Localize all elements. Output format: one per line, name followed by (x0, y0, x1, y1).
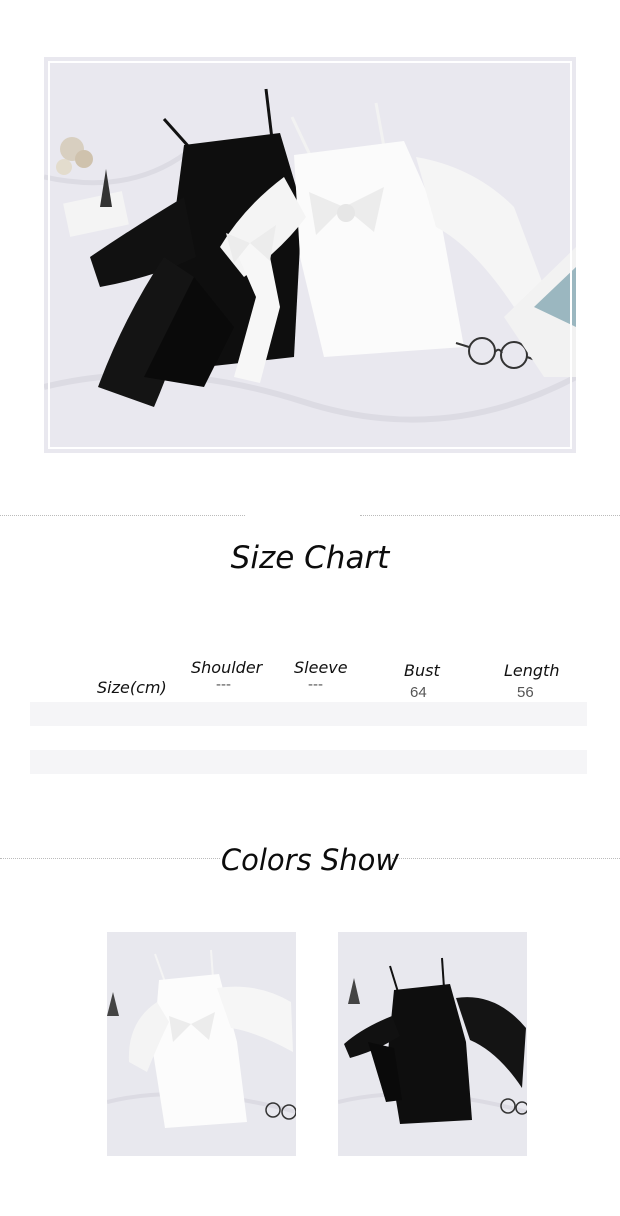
cell-length: 56 (517, 684, 534, 701)
table-stripe (30, 702, 587, 726)
color-swatch-black[interactable] (338, 932, 527, 1156)
divider-left (0, 515, 245, 516)
column-header-sleeve: Sleeve (294, 658, 348, 677)
cell-sleeve: --- (308, 676, 323, 693)
black-top-thumbnail (338, 957, 527, 1124)
white-top-thumbnail (107, 949, 296, 1128)
column-header-length: Length (504, 661, 560, 680)
hero-product-photo (44, 57, 576, 453)
divider-right (360, 515, 620, 516)
size-chart-title: Size Chart (230, 540, 390, 576)
color-swatch-white[interactable] (107, 932, 296, 1156)
cell-bust: 64 (410, 684, 427, 701)
hero-illustration (44, 88, 576, 423)
colors-show-title: Colors Show (220, 843, 400, 877)
table-stripe (30, 750, 587, 774)
column-header-shoulder: Shoulder (191, 658, 263, 677)
cell-shoulder: --- (216, 676, 231, 693)
column-header-bust: Bust (404, 661, 440, 680)
size-row-label: Size(cm) (97, 678, 167, 697)
flower-decor (56, 137, 129, 237)
